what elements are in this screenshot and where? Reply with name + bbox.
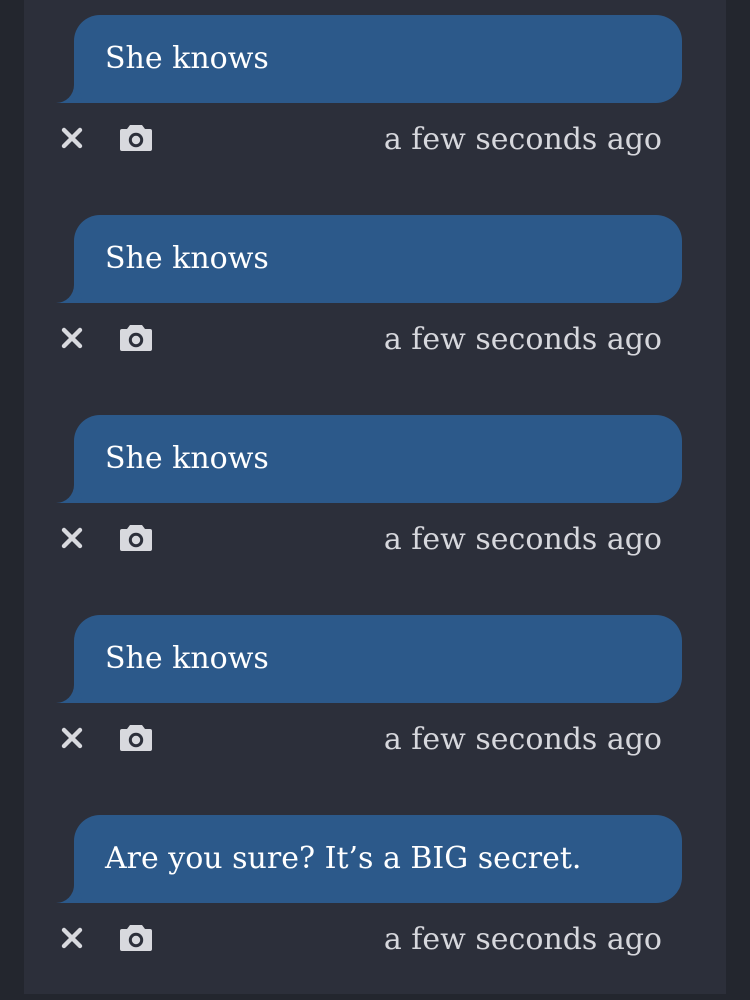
message-timestamp: a few seconds ago <box>383 522 662 557</box>
message-timestamp: a few seconds ago <box>383 322 662 357</box>
message-text: She knows <box>105 41 269 76</box>
delete-message-button[interactable] <box>50 116 94 160</box>
message-timestamp: a few seconds ago <box>383 922 662 957</box>
screenshot-button[interactable] <box>114 516 158 560</box>
message-text: Are you sure? It’s a BIG secret. <box>105 841 582 876</box>
message-timestamp: a few seconds ago <box>383 122 662 157</box>
screenshot-button[interactable] <box>114 916 158 960</box>
message-text: She knows <box>105 241 269 276</box>
camera-icon <box>120 725 152 751</box>
delete-message-button[interactable] <box>50 716 94 760</box>
close-icon <box>61 927 83 949</box>
delete-message-button[interactable] <box>50 516 94 560</box>
close-icon <box>61 127 83 149</box>
message-item: She knows a few seconds ago <box>24 200 726 400</box>
message-bubble: She knows <box>48 215 682 303</box>
camera-icon <box>120 125 152 151</box>
camera-icon <box>120 925 152 951</box>
message-panel: She knows a few seconds ago She knows a … <box>24 0 726 994</box>
close-icon <box>61 527 83 549</box>
message-timestamp: a few seconds ago <box>383 722 662 757</box>
message-meta: a few seconds ago <box>24 516 726 562</box>
delete-message-button[interactable] <box>50 916 94 960</box>
message-text: She knows <box>105 441 269 476</box>
delete-message-button[interactable] <box>50 316 94 360</box>
message-meta: a few seconds ago <box>24 916 726 962</box>
close-icon <box>61 327 83 349</box>
message-item: She knows a few seconds ago <box>24 0 726 200</box>
screenshot-button[interactable] <box>114 716 158 760</box>
close-icon <box>61 727 83 749</box>
screenshot-button[interactable] <box>114 316 158 360</box>
message-bubble: Are you sure? It’s a BIG secret. <box>48 815 682 903</box>
message-item: She knows a few seconds ago <box>24 600 726 800</box>
message-meta: a few seconds ago <box>24 116 726 162</box>
camera-icon <box>120 525 152 551</box>
screenshot-button[interactable] <box>114 116 158 160</box>
message-bubble: She knows <box>48 15 682 103</box>
message-bubble: She knows <box>48 415 682 503</box>
message-bubble: She knows <box>48 615 682 703</box>
message-item: She knows a few seconds ago <box>24 400 726 600</box>
camera-icon <box>120 325 152 351</box>
message-meta: a few seconds ago <box>24 716 726 762</box>
message-item: Are you sure? It’s a BIG secret. a few s… <box>24 800 726 1000</box>
message-meta: a few seconds ago <box>24 316 726 362</box>
message-text: She knows <box>105 641 269 676</box>
